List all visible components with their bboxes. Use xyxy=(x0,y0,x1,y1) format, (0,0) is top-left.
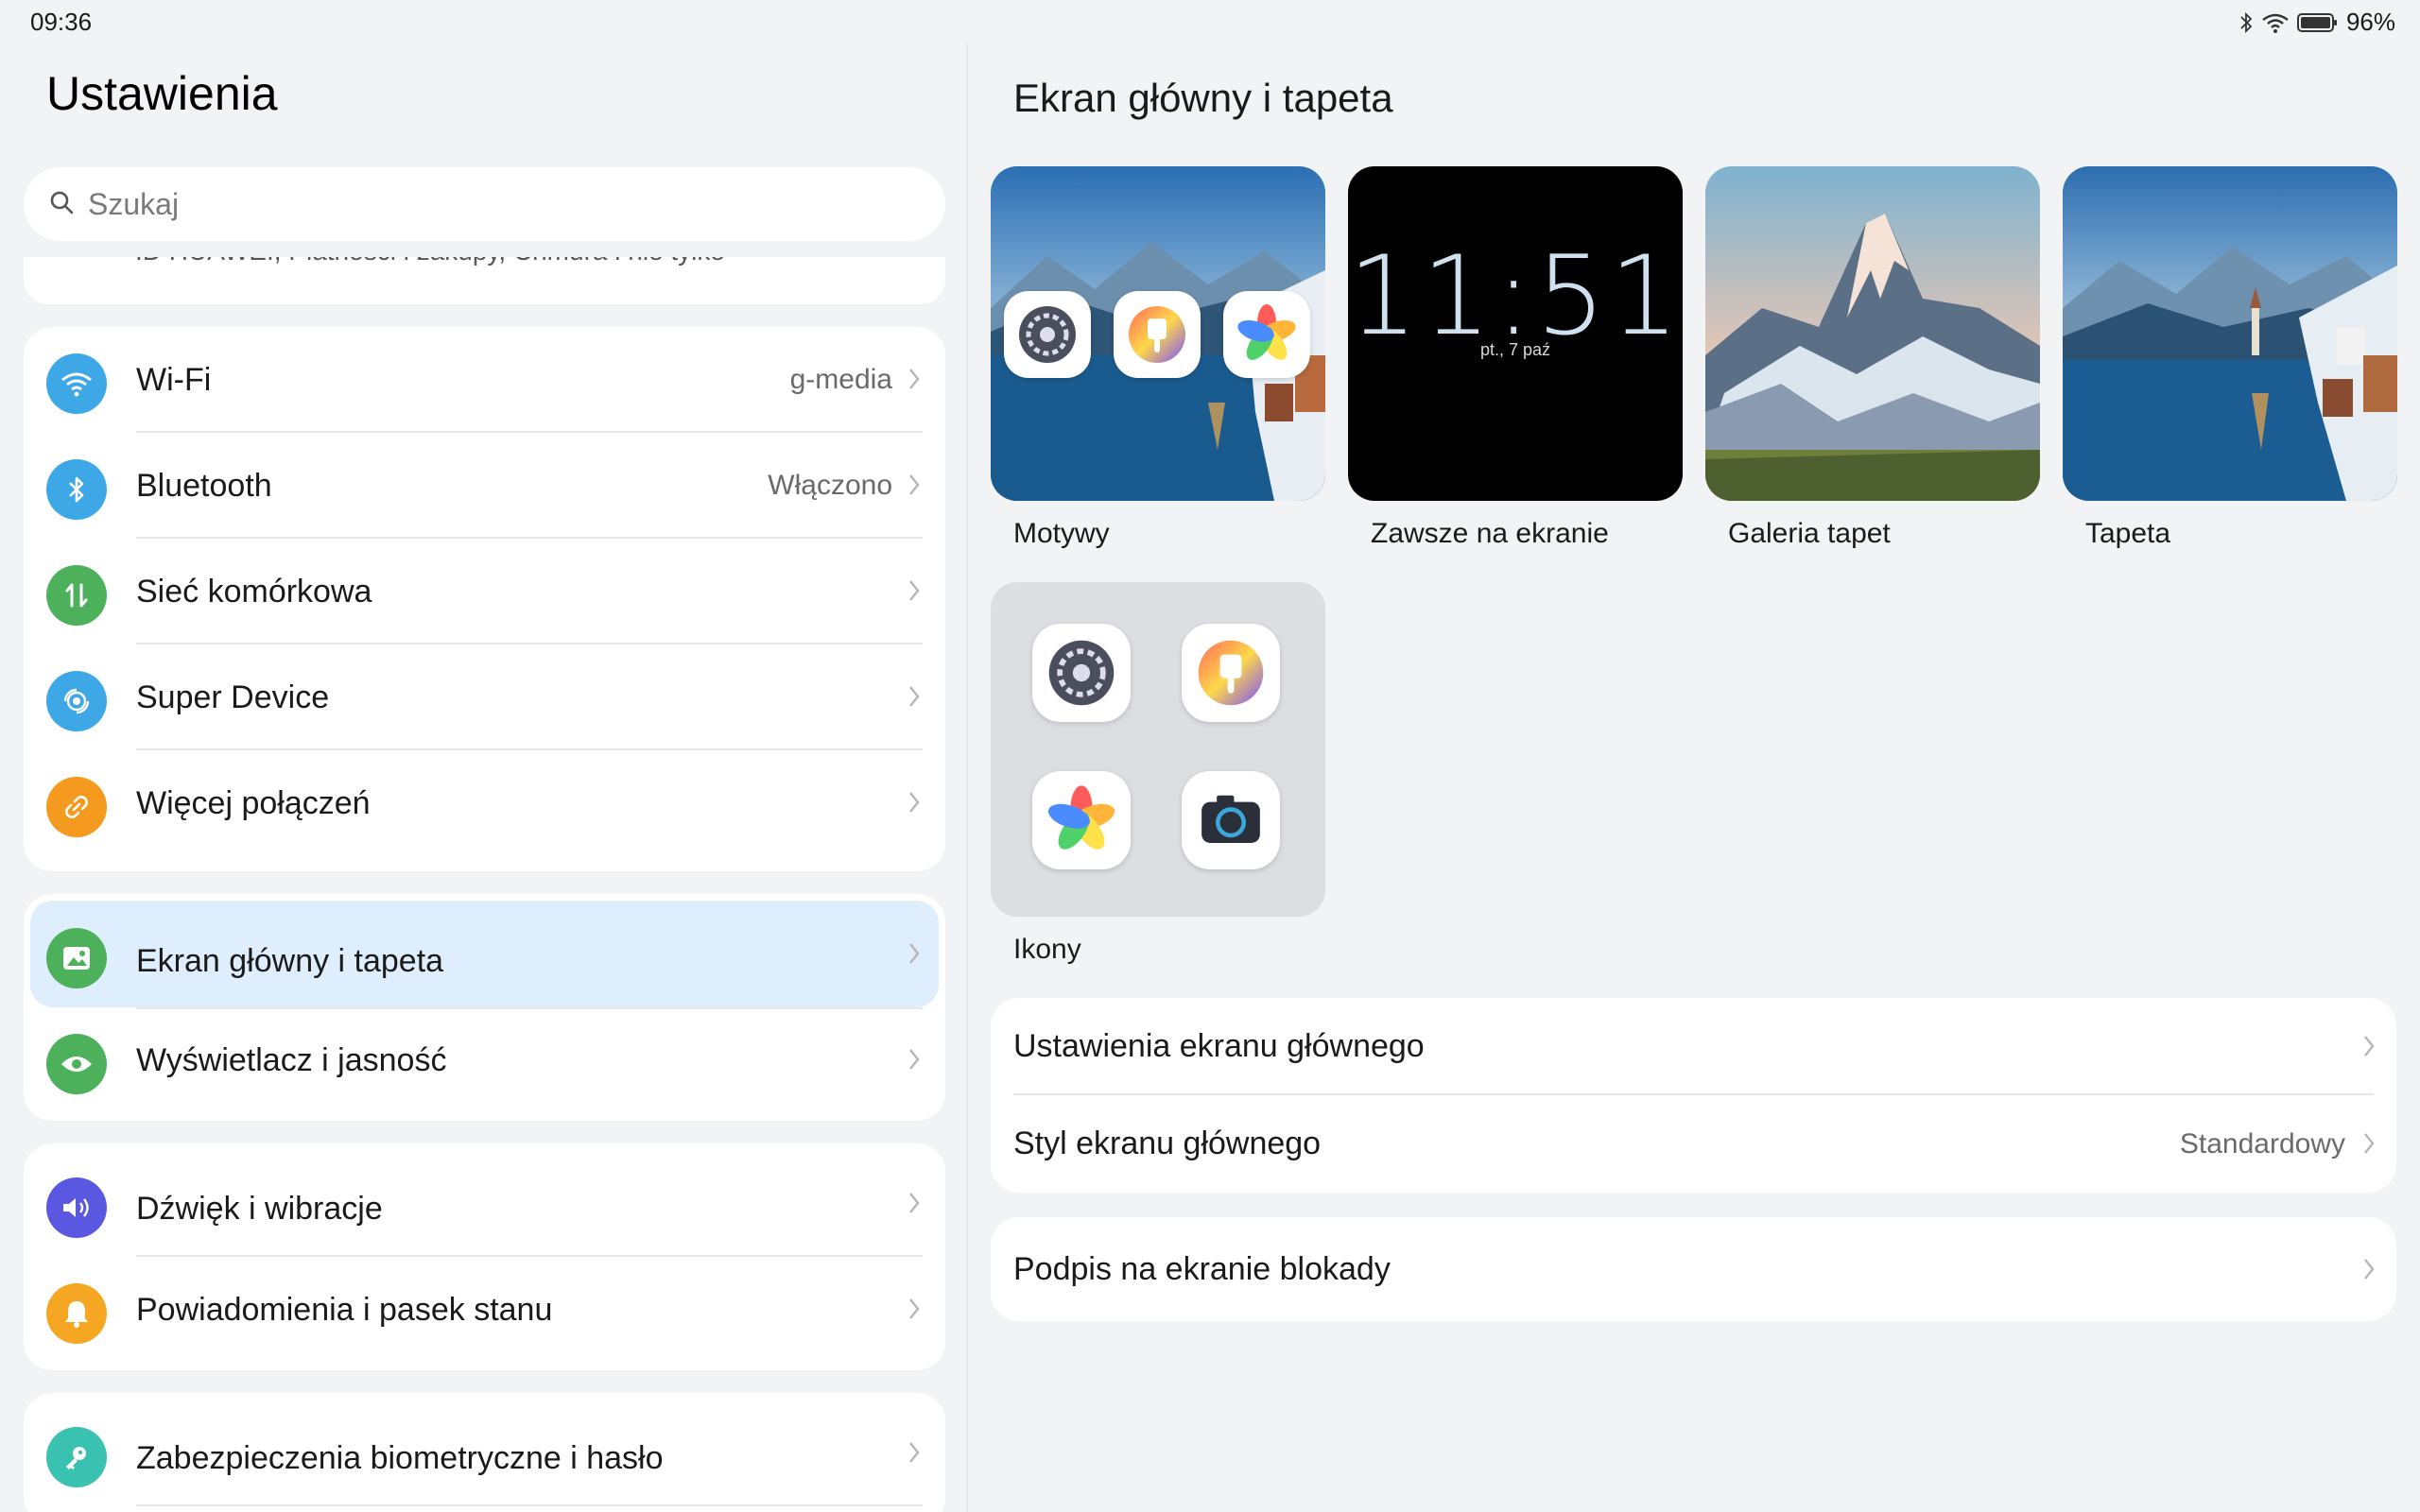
settings-item-label: Wyświetlacz i jasność xyxy=(136,1041,447,1078)
settings-item-label: Ustawienia ekranu głównego xyxy=(1013,1028,1425,1064)
wallpaper-gallery-label: Galeria tapet xyxy=(1728,518,1891,549)
aod-date: pt., 7 paź xyxy=(1479,340,1551,359)
settings-item-bluetooth[interactable]: Bluetooth Włączono xyxy=(24,433,945,539)
chevron-right-icon xyxy=(908,471,921,504)
battery-percent: 96% xyxy=(2345,8,2395,36)
settings-item-label: Dźwięk i wibracje xyxy=(136,1191,383,1227)
account-card[interactable]: ID HUAWEI, Płatności i zakupy, Chmura i … xyxy=(24,257,945,304)
settings-group-display: Ekran główny i tapeta Wyświetlacz i jasn… xyxy=(24,894,945,1121)
settings-item-wifi[interactable]: Wi-Fi g-media xyxy=(24,327,945,433)
status-icons: 96% xyxy=(2238,8,2395,37)
speaker-icon xyxy=(46,1177,107,1238)
themes-tile[interactable] xyxy=(991,166,1325,501)
gallery-app-icon xyxy=(1223,291,1310,378)
chevron-right-icon xyxy=(2362,1129,2376,1162)
settings-item-more-connections[interactable]: Więcej połączeń xyxy=(24,750,945,856)
chevron-right-icon xyxy=(908,1189,921,1222)
mountain-thumbnail xyxy=(1705,166,2040,501)
settings-group-security: Zabezpieczenia biometryczne i hasło xyxy=(24,1393,945,1512)
link-icon xyxy=(46,777,107,837)
settings-item-label: Zabezpieczenia biometryczne i hasło xyxy=(136,1440,664,1476)
always-on-display-label: Zawsze na ekranie xyxy=(1371,518,1609,549)
home-screen-settings-group: Ustawienia ekranu głównego Styl ekranu g… xyxy=(991,998,2396,1193)
settings-item-label: Super Device xyxy=(136,679,330,715)
search-bar[interactable] xyxy=(24,167,945,241)
always-on-display-tile[interactable]: 11:51 pt., 7 paź xyxy=(1348,166,1683,501)
chevron-right-icon xyxy=(908,576,921,610)
settings-item-label: Więcej połączeń xyxy=(136,784,371,821)
chevron-right-icon xyxy=(908,1295,921,1328)
settings-item-mobile-network[interactable]: Sieć komórkowa xyxy=(24,539,945,644)
icons-tile[interactable] xyxy=(991,582,1325,917)
settings-item-display-brightness[interactable]: Wyświetlacz i jasność xyxy=(24,1007,945,1113)
mobile-data-icon xyxy=(46,565,107,626)
chevron-right-icon xyxy=(2362,1032,2376,1065)
pane-divider xyxy=(966,43,968,1512)
settings-item-value: g-media xyxy=(789,364,892,395)
super-device-icon xyxy=(46,671,107,731)
status-time: 09:36 xyxy=(30,8,93,36)
eye-icon xyxy=(46,1034,107,1094)
account-card-subtitle: ID HUAWEI, Płatności i zakupy, Chmura i … xyxy=(135,257,725,266)
themes-tile-label: Motywy xyxy=(1013,518,1110,549)
lock-screen-signature-group: Podpis na ekranie blokady xyxy=(991,1217,2396,1321)
settings-item-label: Wi-Fi xyxy=(136,361,212,398)
key-icon xyxy=(46,1427,107,1487)
settings-item-value: Standardowy xyxy=(2179,1127,2345,1160)
image-icon xyxy=(46,928,107,988)
bell-icon xyxy=(46,1283,107,1344)
gallery-app-icon xyxy=(1032,771,1131,869)
bluetooth-icon xyxy=(46,459,107,520)
settings-list-pane: Ustawienia ID HUAWEI, Płatności i zakupy… xyxy=(0,38,966,1512)
wifi-icon xyxy=(46,353,107,414)
chevron-right-icon xyxy=(908,939,921,972)
detail-title: Ekran główny i tapeta xyxy=(1013,76,1393,120)
divider xyxy=(136,1504,923,1506)
settings-item-label: Ekran główny i tapeta xyxy=(136,943,444,979)
settings-group-sound-notifications: Dźwięk i wibracje Powiadomienia i pasek … xyxy=(24,1143,945,1370)
wallpaper-tile[interactable] xyxy=(2063,166,2397,501)
chevron-right-icon xyxy=(908,1438,921,1471)
wifi-status-icon xyxy=(2261,11,2290,34)
bluetooth-status-icon xyxy=(2238,11,2254,34)
search-icon xyxy=(48,189,75,220)
settings-item-label: Sieć komórkowa xyxy=(136,573,372,610)
settings-app-icon xyxy=(1004,291,1091,378)
chevron-right-icon xyxy=(2362,1255,2376,1288)
settings-item-label: Podpis na ekranie blokady xyxy=(1013,1250,1391,1287)
chevron-right-icon xyxy=(908,788,921,821)
home-screen-style-item[interactable]: Styl ekranu głównego Standardowy xyxy=(991,1095,2396,1193)
settings-item-super-device[interactable]: Super Device xyxy=(24,644,945,750)
settings-group-connectivity: Wi-Fi g-media Bluetooth Włączono Sieć ko… xyxy=(24,327,945,871)
settings-item-sound-vibration[interactable]: Dźwięk i wibracje xyxy=(24,1143,945,1257)
lock-screen-signature-item[interactable]: Podpis na ekranie blokady xyxy=(991,1217,2396,1321)
camera-app-icon xyxy=(1182,771,1280,869)
battery-icon xyxy=(2296,12,2339,33)
settings-app-icon xyxy=(1032,624,1131,722)
wallpaper-label: Tapeta xyxy=(2085,518,2171,549)
chevron-right-icon xyxy=(908,1045,921,1078)
themes-app-icon xyxy=(1182,624,1280,722)
icons-tile-label: Ikony xyxy=(1013,934,1081,965)
themes-app-icon xyxy=(1114,291,1201,378)
home-screen-settings-item[interactable]: Ustawienia ekranu głównego xyxy=(991,998,2396,1095)
search-input[interactable] xyxy=(88,186,844,222)
settings-item-home-screen-wallpaper[interactable]: Ekran główny i tapeta xyxy=(24,894,945,1007)
settings-item-label: Powiadomienia i pasek stanu xyxy=(136,1291,553,1328)
settings-item-biometrics-password[interactable]: Zabezpieczenia biometryczne i hasło xyxy=(24,1393,945,1506)
wallpaper-gallery-tile[interactable] xyxy=(1705,166,2040,501)
settings-item-label: Styl ekranu głównego xyxy=(1013,1125,1322,1161)
settings-item-notifications-status-bar[interactable]: Powiadomienia i pasek stanu xyxy=(24,1257,945,1363)
lake-village-wallpaper-thumbnail xyxy=(2063,166,2397,501)
chevron-right-icon xyxy=(908,682,921,715)
chevron-right-icon xyxy=(908,365,921,398)
page-title: Ustawienia xyxy=(46,67,278,120)
settings-item-value: Włączono xyxy=(768,470,892,501)
settings-item-label: Bluetooth xyxy=(136,467,272,504)
